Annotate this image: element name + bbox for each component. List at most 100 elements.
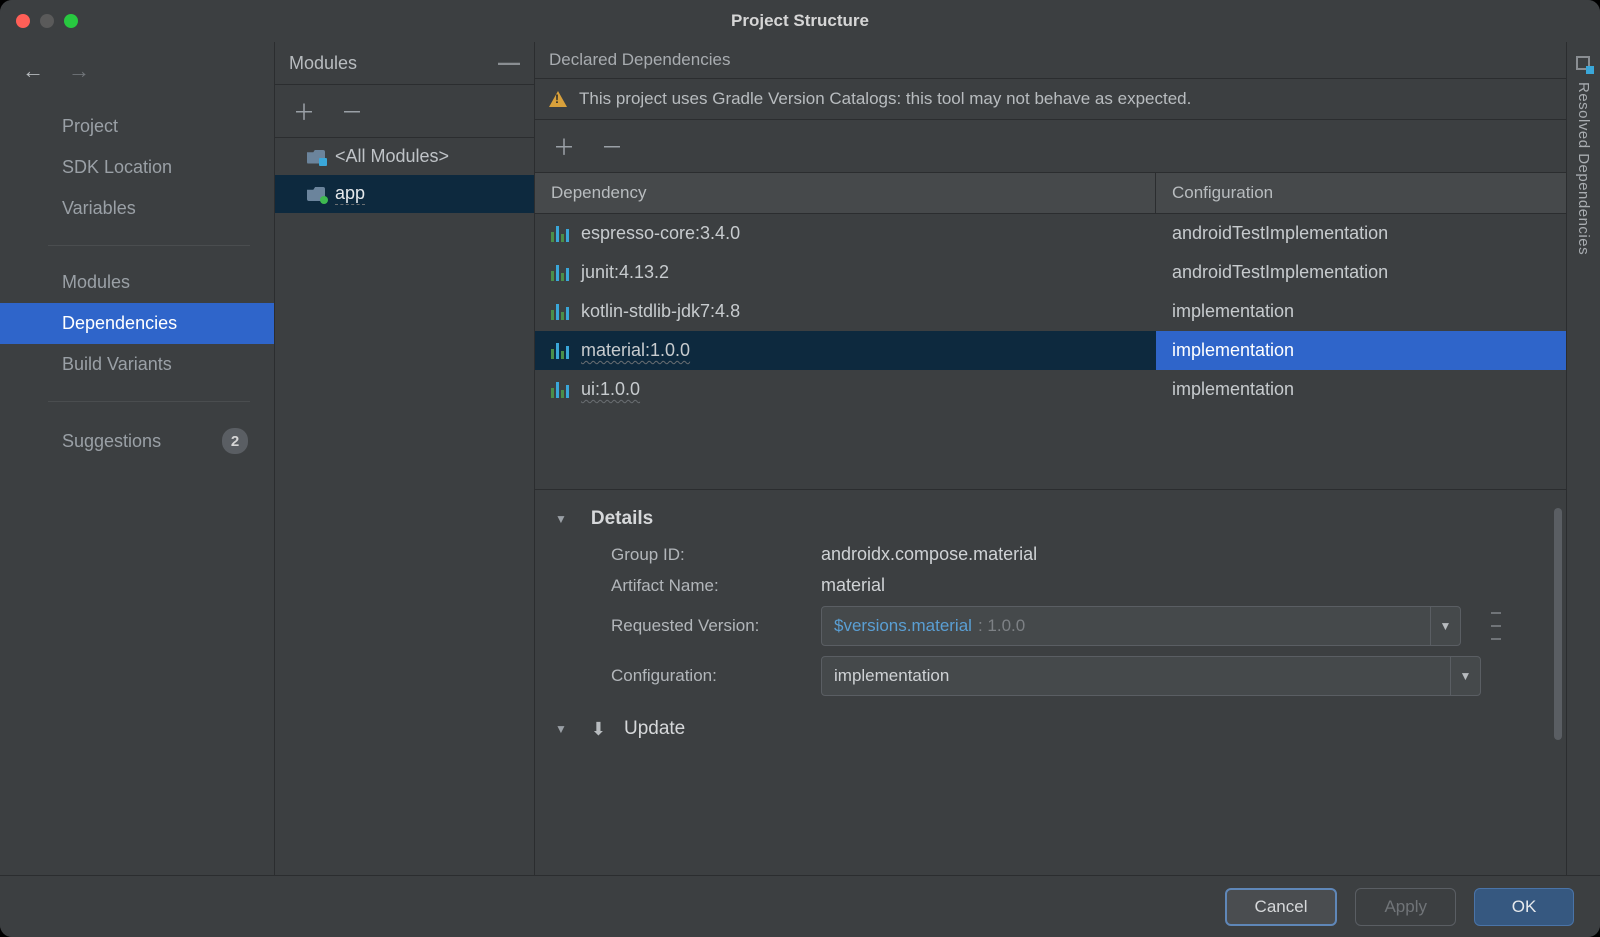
modules-title: Modules: [289, 53, 357, 74]
dependency-name-cell: junit:4.13.2: [535, 253, 1156, 292]
modules-header: Modules —: [275, 42, 534, 85]
dependency-toolbar: ＋ －: [535, 120, 1566, 173]
left-nav: ← → Project SDK Location Variables Modul…: [0, 42, 275, 875]
artifact-name-value: material: [821, 575, 885, 596]
dependency-configuration: androidTestImplementation: [1156, 214, 1566, 253]
nav-item-sdk-location[interactable]: SDK Location: [0, 147, 274, 188]
chevron-down-icon[interactable]: ▼: [1450, 657, 1480, 695]
nav-item-build-variants[interactable]: Build Variants: [0, 344, 274, 385]
details-heading: Details: [591, 508, 653, 530]
nav-label: Modules: [62, 272, 130, 293]
chevron-down-icon[interactable]: ▼: [555, 722, 567, 736]
library-icon: [551, 382, 569, 398]
dependency-rows: espresso-core:3.4.0 androidTestImplementa…: [535, 214, 1566, 409]
version-resolved: : 1.0.0: [978, 616, 1025, 636]
update-heading: Update: [624, 718, 685, 740]
configuration-combo[interactable]: implementation ▼: [821, 656, 1481, 696]
dependency-row[interactable]: junit:4.13.2androidTestImplementation: [535, 253, 1566, 292]
nav-item-modules[interactable]: Modules: [0, 262, 274, 303]
warning-message: This project uses Gradle Version Catalog…: [579, 89, 1191, 109]
nav-label: Project: [62, 116, 118, 137]
cancel-button[interactable]: Cancel: [1225, 888, 1338, 926]
dependency-name-cell: material:1.0.0: [535, 331, 1156, 370]
column-header-dependency[interactable]: Dependency: [535, 173, 1156, 213]
download-icon: ⬇: [591, 719, 606, 740]
resolved-icon: [1576, 56, 1592, 72]
traffic-lights: [16, 14, 78, 28]
library-icon: [551, 343, 569, 359]
dependency-row[interactable]: espresso-core:3.4.0 androidTestImplementa…: [535, 214, 1566, 253]
nav-label: Suggestions: [62, 431, 161, 452]
zoom-window-icon[interactable]: [64, 14, 78, 28]
project-structure-window: Project Structure ← → Project SDK Locati…: [0, 0, 1600, 937]
details-panel: ▼ Details Group ID: androidx.compose.mat…: [535, 489, 1566, 758]
library-icon: [551, 265, 569, 281]
dependency-table-header: Dependency Configuration: [535, 173, 1566, 214]
dependency-configuration: implementation: [1156, 292, 1566, 331]
nav-item-project[interactable]: Project: [0, 106, 274, 147]
nav-item-suggestions[interactable]: Suggestions 2: [0, 418, 274, 464]
collapse-icon[interactable]: —: [498, 50, 520, 76]
dependency-name: ui:1.0.0: [581, 379, 640, 400]
configuration-value: implementation: [834, 666, 949, 686]
declared-dependencies-header: Declared Dependencies: [535, 42, 1566, 79]
dependency-row[interactable]: material:1.0.0 implementation: [535, 331, 1566, 370]
main-area: Declared Dependencies This project uses …: [535, 42, 1600, 875]
nav-separator: [48, 245, 250, 246]
scrollbar[interactable]: [1554, 508, 1562, 740]
configuration-label: Configuration:: [611, 666, 801, 686]
remove-dependency-icon[interactable]: －: [601, 130, 623, 162]
dependency-name: espresso-core:3.4.0: [581, 223, 740, 244]
modules-panel: Modules — ＋ － <All Modules> app: [275, 42, 535, 875]
nav-item-variables[interactable]: Variables: [0, 188, 274, 229]
dependency-name: material:1.0.0: [581, 340, 690, 361]
nav-label: Build Variants: [62, 354, 172, 375]
chevron-down-icon[interactable]: ▼: [1430, 607, 1460, 645]
dependency-row[interactable]: kotlin-stdlib-jdk7:4.8implementation: [535, 292, 1566, 331]
drag-handle-icon[interactable]: [1491, 606, 1501, 646]
window-title: Project Structure: [731, 11, 869, 31]
nav-history-arrows: ← →: [0, 48, 274, 102]
warning-bar: This project uses Gradle Version Catalog…: [535, 79, 1566, 120]
dependency-name-cell: espresso-core:3.4.0: [535, 214, 1156, 253]
suggestions-count-badge: 2: [222, 428, 248, 454]
dependency-name-cell: kotlin-stdlib-jdk7:4.8: [535, 292, 1156, 331]
nav-separator: [48, 401, 250, 402]
requested-version-label: Requested Version:: [611, 616, 801, 636]
nav-label: SDK Location: [62, 157, 172, 178]
nav-label: Dependencies: [62, 313, 177, 334]
warning-icon: [549, 91, 567, 107]
version-variable: $versions.material: [834, 616, 972, 636]
dependency-spacer: [535, 409, 1566, 489]
close-window-icon[interactable]: [16, 14, 30, 28]
chevron-down-icon[interactable]: ▼: [555, 512, 567, 526]
ok-button[interactable]: OK: [1474, 888, 1574, 926]
requested-version-combo[interactable]: $versions.material : 1.0.0 ▼: [821, 606, 1461, 646]
module-row-app[interactable]: app: [275, 175, 534, 213]
forward-icon: →: [68, 58, 90, 84]
back-icon[interactable]: ←: [22, 58, 44, 84]
library-icon: [551, 226, 569, 242]
add-dependency-icon[interactable]: ＋: [553, 130, 575, 162]
dependency-name-cell: ui:1.0.0: [535, 370, 1156, 409]
modules-toolbar: ＋ －: [275, 85, 534, 138]
column-header-configuration[interactable]: Configuration: [1156, 173, 1566, 213]
nav-item-dependencies[interactable]: Dependencies: [0, 303, 274, 344]
details-grid: Group ID: androidx.compose.material Arti…: [611, 544, 1546, 696]
titlebar: Project Structure: [0, 0, 1600, 42]
dependency-row[interactable]: ui:1.0.0 implementation: [535, 370, 1566, 409]
update-heading-line[interactable]: ▼ ⬇ Update: [555, 718, 1546, 740]
minimize-window-icon: [40, 14, 54, 28]
folder-icon: [307, 150, 325, 164]
module-label: <All Modules>: [335, 146, 449, 167]
artifact-name-label: Artifact Name:: [611, 576, 801, 596]
add-module-icon[interactable]: ＋: [293, 95, 315, 127]
details-heading-line[interactable]: ▼ Details: [555, 508, 1546, 530]
resolved-dependencies-sidebar[interactable]: Resolved Dependencies: [1566, 42, 1600, 875]
dependency-configuration: implementation: [1156, 331, 1566, 370]
dependency-configuration: implementation: [1156, 370, 1566, 409]
module-row-all[interactable]: <All Modules>: [275, 138, 534, 175]
nav-label: Variables: [62, 198, 136, 219]
remove-module-icon[interactable]: －: [341, 95, 363, 127]
window-body: ← → Project SDK Location Variables Modul…: [0, 42, 1600, 875]
